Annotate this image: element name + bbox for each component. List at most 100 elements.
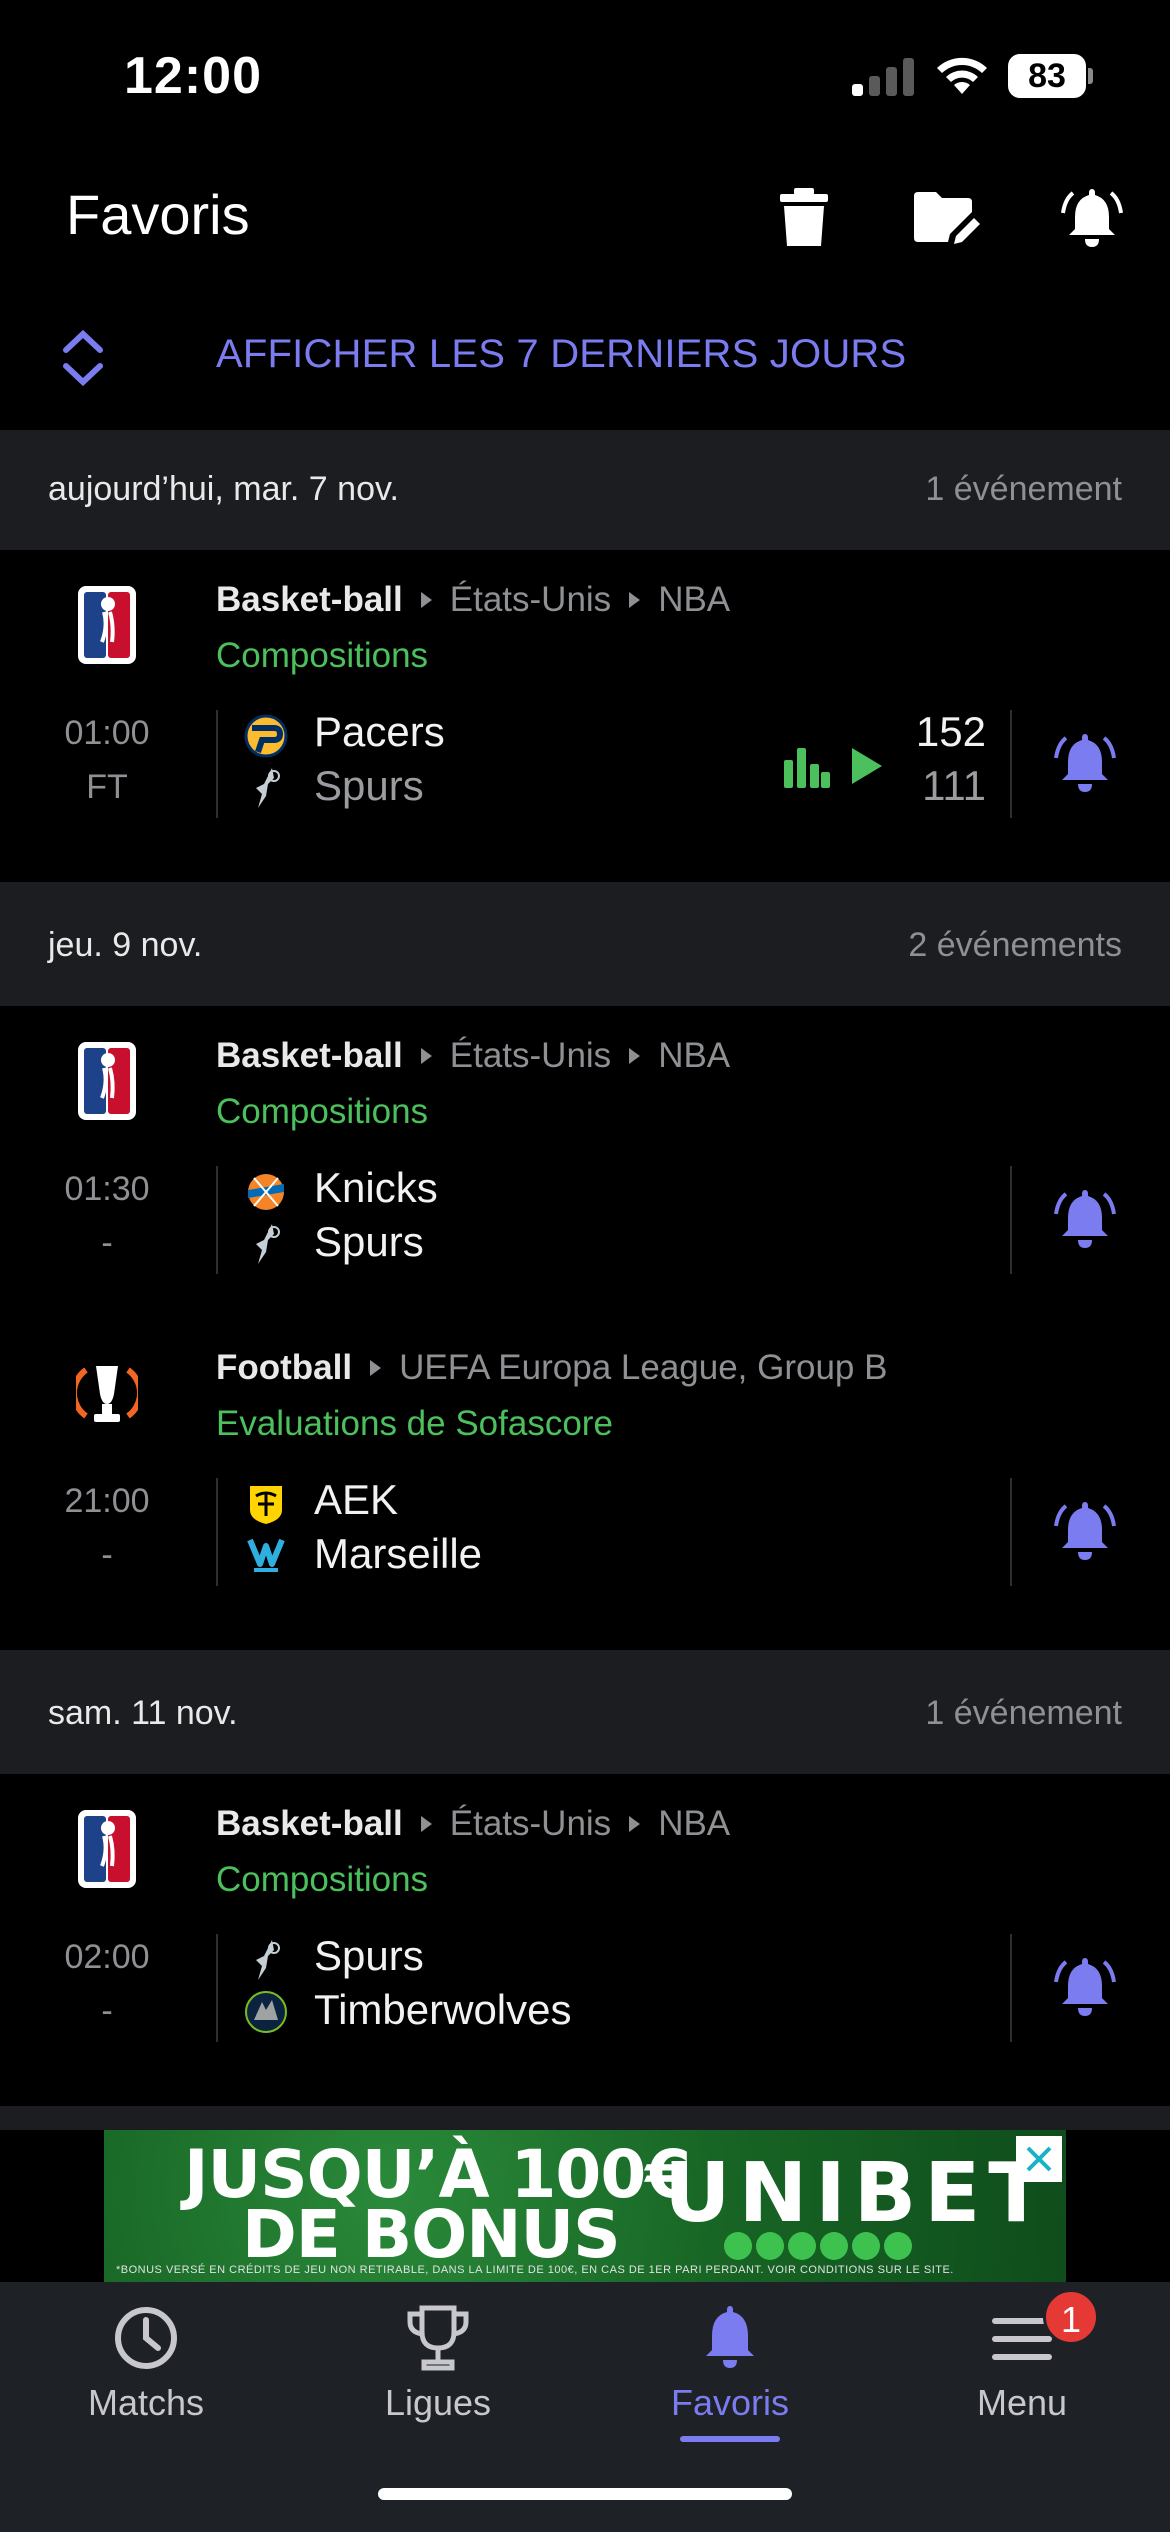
breadcrumb-sport: Football bbox=[216, 1348, 353, 1387]
away-score: 111 bbox=[922, 762, 986, 809]
notification-bell-icon[interactable] bbox=[1052, 178, 1132, 258]
lineups-link[interactable]: Compositions bbox=[216, 636, 428, 676]
divider bbox=[1010, 1166, 1012, 1274]
event-row[interactable]: Basket-ball États-Unis NBA Compositions … bbox=[0, 1006, 1170, 1306]
breadcrumb: Basket-ball États-Unis NBA bbox=[216, 1804, 730, 1844]
stats-icon[interactable] bbox=[784, 748, 830, 788]
home-team: Knicks bbox=[314, 1164, 438, 1211]
marseille-logo-icon bbox=[247, 1538, 285, 1572]
knicks-logo-icon bbox=[248, 1174, 284, 1210]
tab-label: Favoris bbox=[670, 2382, 790, 2423]
breadcrumb-league: NBA bbox=[658, 1804, 731, 1843]
breadcrumb: Basket-ball États-Unis NBA bbox=[216, 1036, 730, 1076]
lineups-link[interactable]: Compositions bbox=[216, 1860, 428, 1900]
event-row[interactable]: Basket-ball États-Unis NBA Compositions … bbox=[0, 550, 1170, 850]
date-label: aujourd’hui, mar. 7 nov. bbox=[48, 470, 399, 508]
breadcrumb-separator-icon bbox=[420, 1048, 432, 1064]
tab-favoris[interactable]: Favoris bbox=[584, 2282, 876, 2482]
bell-ringing-icon[interactable] bbox=[1052, 730, 1118, 796]
breadcrumb-separator-icon bbox=[629, 1048, 641, 1064]
ad-fine-print: *BONUS VERSÉ EN CRÉDITS DE JEU NON RETIR… bbox=[116, 2264, 954, 2276]
date-header: sam. 11 nov. 1 événement bbox=[0, 1654, 1170, 1774]
notification-badge: 1 bbox=[1043, 2289, 1099, 2345]
home-indicator[interactable] bbox=[378, 2488, 792, 2500]
tab-ligues[interactable]: Ligues bbox=[292, 2282, 584, 2482]
status-bar: 12:00 83 bbox=[0, 0, 1170, 150]
divider bbox=[216, 1166, 218, 1274]
divider bbox=[216, 1478, 218, 1586]
battery-icon: 83 bbox=[1008, 54, 1093, 98]
bell-ringing-icon[interactable] bbox=[1052, 1498, 1118, 1564]
away-team: Spurs bbox=[314, 1218, 424, 1265]
event-time: 01:30 bbox=[64, 1170, 150, 1208]
event-status: - bbox=[101, 1224, 113, 1262]
event-status: - bbox=[101, 1992, 113, 2030]
spurs-logo-icon bbox=[256, 1940, 280, 1980]
event-status: - bbox=[101, 1536, 113, 1574]
show-last-days-label: AFFICHER LES 7 DERNIERS JOURS bbox=[216, 332, 907, 376]
ratings-link[interactable]: Evaluations de Sofascore bbox=[216, 1404, 613, 1444]
home-team: Spurs bbox=[314, 1932, 424, 1979]
breadcrumb-sport: Basket-ball bbox=[216, 1036, 403, 1075]
home-team: AEK bbox=[314, 1476, 399, 1523]
breadcrumb-league: NBA bbox=[658, 1036, 731, 1075]
breadcrumb-league: UEFA Europa League, Group B bbox=[399, 1348, 888, 1387]
battery-level: 83 bbox=[1008, 54, 1086, 98]
bell-ringing-icon[interactable] bbox=[1052, 1954, 1118, 2020]
ad-dots-graphic bbox=[724, 2232, 912, 2260]
ad-headline-2: DE BONUS bbox=[242, 2196, 621, 2273]
nba-logo-icon bbox=[78, 1810, 136, 1888]
tab-matchs[interactable]: Matchs bbox=[0, 2282, 292, 2482]
breadcrumb-separator-icon bbox=[420, 592, 432, 608]
event-row[interactable]: Basket-ball États-Unis NBA Compositions … bbox=[0, 1774, 1170, 2074]
trash-icon[interactable] bbox=[764, 178, 844, 258]
europa-league-logo-icon bbox=[76, 1366, 138, 1422]
aek-logo-icon bbox=[250, 1486, 282, 1524]
tab-label: Menu bbox=[976, 2382, 1068, 2423]
breadcrumb-country: États-Unis bbox=[449, 580, 612, 619]
breadcrumb-separator-icon bbox=[420, 1816, 432, 1832]
divider bbox=[216, 710, 218, 818]
edit-folder-icon[interactable] bbox=[906, 178, 986, 258]
event-count: 1 événement bbox=[925, 1694, 1122, 1732]
trophy-icon bbox=[407, 2305, 469, 2371]
clock-icon bbox=[115, 2307, 177, 2369]
signal-icon bbox=[852, 58, 914, 96]
expand-icon bbox=[63, 329, 103, 387]
ad-banner[interactable]: JUSQU’À 100€ DE BONUS UNIBET *BONUS VERS… bbox=[104, 2130, 1066, 2282]
event-count: 2 événements bbox=[908, 926, 1122, 964]
tab-menu[interactable]: Menu bbox=[876, 2282, 1168, 2482]
date-header: aujourd’hui, mar. 7 nov. 1 événement bbox=[0, 430, 1170, 550]
ad-close-icon[interactable] bbox=[1016, 2136, 1062, 2182]
bell-icon bbox=[706, 2306, 754, 2368]
divider bbox=[216, 1934, 218, 2042]
divider bbox=[1010, 1934, 1012, 2042]
spurs-logo-icon bbox=[256, 768, 280, 808]
status-time: 12:00 bbox=[124, 47, 262, 105]
event-count: 1 événement bbox=[925, 470, 1122, 508]
date-label: sam. 11 nov. bbox=[48, 1694, 238, 1732]
lineups-link[interactable]: Compositions bbox=[216, 1092, 428, 1132]
breadcrumb-separator-icon bbox=[370, 1360, 382, 1376]
date-header: jeu. 9 nov. 2 événements bbox=[0, 886, 1170, 1006]
play-icon[interactable] bbox=[848, 746, 884, 786]
breadcrumb: Basket-ball États-Unis NBA bbox=[216, 580, 730, 620]
home-score: 152 bbox=[915, 708, 986, 755]
breadcrumb-sport: Basket-ball bbox=[216, 1804, 403, 1843]
breadcrumb-country: États-Unis bbox=[449, 1804, 612, 1843]
breadcrumb: Football UEFA Europa League, Group B bbox=[216, 1348, 887, 1388]
event-status: FT bbox=[86, 768, 128, 806]
date-label: jeu. 9 nov. bbox=[48, 926, 203, 964]
page-title: Favoris bbox=[66, 183, 250, 246]
home-team: Pacers bbox=[314, 708, 445, 755]
timberwolves-logo-icon bbox=[245, 1991, 287, 2033]
breadcrumb-league: NBA bbox=[658, 580, 731, 619]
bell-ringing-icon[interactable] bbox=[1052, 1186, 1118, 1252]
event-row[interactable]: Football UEFA Europa League, Group B Eva… bbox=[0, 1318, 1170, 1618]
breadcrumb-country: États-Unis bbox=[449, 1036, 612, 1075]
divider bbox=[1010, 710, 1012, 818]
spurs-logo-icon bbox=[256, 1224, 280, 1264]
section-gap bbox=[0, 2106, 1170, 2130]
pacers-logo-icon bbox=[244, 714, 288, 758]
show-last-days-button[interactable]: AFFICHER LES 7 DERNIERS JOURS bbox=[0, 300, 1170, 430]
